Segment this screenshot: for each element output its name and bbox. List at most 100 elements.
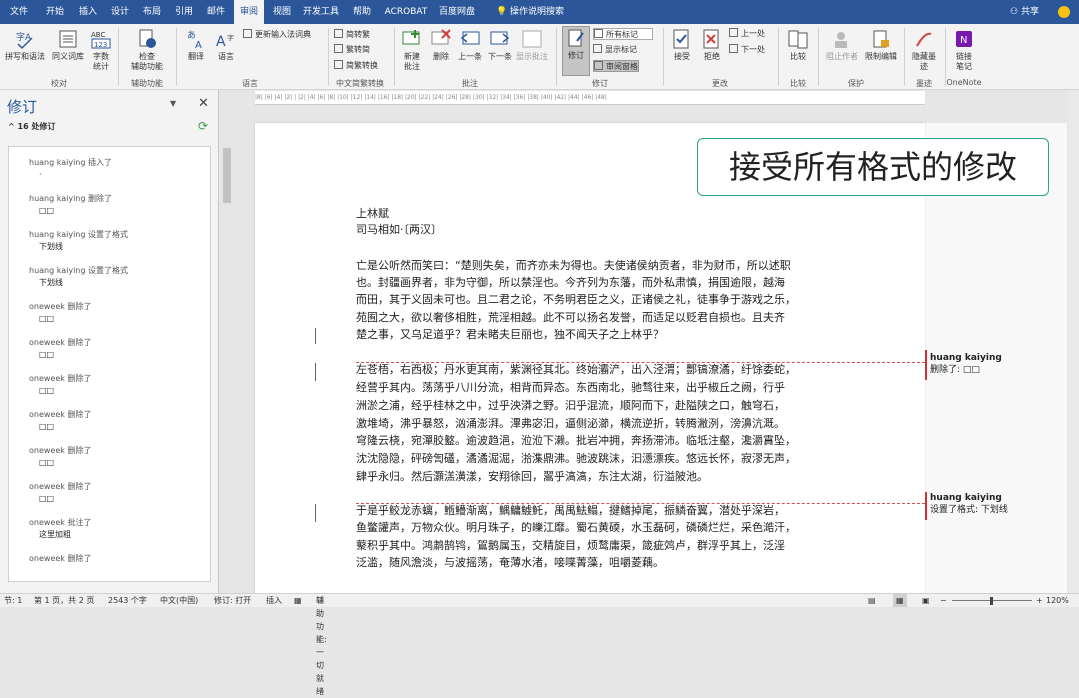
to-simplified-button[interactable]: 繁转简 — [334, 44, 370, 56]
page-indicator[interactable]: 第 1 页，共 2 页 — [34, 594, 94, 607]
track-label: 修订 — [568, 51, 584, 60]
block-authors-button[interactable]: 阻止作者 — [822, 28, 862, 62]
smiley-icon[interactable] — [1058, 6, 1070, 18]
previous-change-button[interactable]: 上一处 — [729, 28, 765, 40]
next-comment-button[interactable]: 下一条 — [486, 28, 514, 62]
new-comment-button[interactable]: 新建 批注 — [398, 28, 426, 72]
revision-item[interactable]: oneweek 删除了 □□ — [29, 445, 91, 469]
balloon-comment[interactable]: huang kaiying 删除了: □□ — [930, 352, 1002, 376]
tab-view[interactable]: 视图 — [268, 0, 296, 24]
doc-title[interactable]: 上林赋 — [356, 207, 389, 221]
reject-button[interactable]: 拒绝 — [698, 28, 726, 62]
tab-file[interactable]: 文件 — [6, 0, 32, 24]
tab-mailings[interactable]: 邮件 — [202, 0, 230, 24]
tab-developer[interactable]: 开发工具 — [300, 0, 342, 24]
reviewing-pane-button[interactable]: 审阅窗格 — [593, 60, 639, 72]
next-change-button[interactable]: 下一处 — [729, 44, 765, 56]
revision-item[interactable]: huang kaiying 插入了 · — [29, 157, 112, 181]
doc-author[interactable]: 司马相如·〔两汉〕 — [356, 223, 442, 237]
doc-line[interactable]: 穹隆云桡，宛潬胶盭。逾波趋浥，涖涖下濑。批岩冲拥，奔扬滞沛。临坻注壑，瀺灂霣坠， — [356, 434, 796, 448]
read-mode-icon[interactable]: ▤ — [868, 594, 876, 607]
accept-button[interactable]: 接受 — [668, 28, 696, 62]
vertical-scrollbar[interactable] — [1068, 91, 1079, 593]
update-ime-button[interactable]: 更新输入法词典 — [243, 29, 311, 41]
doc-line[interactable]: 左苍梧，右西极；丹水更其南，紫渊径其北。终始灞浐，出入泾渭；酆镐潦潏，纡馀委蛇， — [356, 363, 796, 377]
revision-item[interactable]: huang kaiying 删除了 □□ — [29, 193, 112, 217]
balloon-comment[interactable]: huang kaiying 设置了格式: 下划线 — [930, 492, 1008, 516]
revision-item[interactable]: oneweek 批注了 这里加粗 — [29, 517, 91, 541]
revision-item[interactable]: oneweek 删除了 □□ — [29, 301, 91, 325]
thesaurus-button[interactable]: 同义词库 — [48, 28, 88, 62]
doc-line[interactable]: 肆乎永归。然后灝溔潢漾，安翔徐回，翯乎滈滈，东注太湖，衍溢陂池。 — [356, 470, 708, 484]
pane-options-icon[interactable]: ▼ — [170, 99, 176, 108]
track-changes-button[interactable]: 修订 — [562, 26, 590, 76]
spelling-grammar-button[interactable]: 字A 拼写和语法 — [4, 28, 46, 62]
revision-item[interactable]: oneweek 删除了 — [29, 553, 91, 565]
to-traditional-button[interactable]: 简转繁 — [334, 29, 370, 41]
doc-line[interactable]: 而田，其于义固未可也。且二君之论，不务明君臣之义，正诸侯之礼，徒事争于游戏之乐， — [356, 293, 796, 307]
refresh-icon[interactable]: ⟳ — [198, 119, 208, 133]
tell-me-search[interactable]: 💡 操作说明搜索 — [490, 0, 570, 24]
zoom-slider-thumb[interactable] — [990, 597, 993, 605]
revision-item[interactable]: huang kaiying 设置了格式 下划线 — [29, 229, 128, 253]
revision-item[interactable]: oneweek 删除了 □□ — [29, 337, 91, 361]
check-accessibility-button[interactable]: 检查 辅助功能 — [124, 28, 170, 72]
compare-button[interactable]: 比较 — [784, 28, 812, 62]
horizontal-ruler[interactable]: |8| |6| |4| |2| | |2| |4| |6| |8| |10| |… — [255, 91, 925, 105]
linked-notes-button[interactable]: N 链接 笔记 — [948, 28, 980, 72]
print-layout-icon[interactable]: ▦ — [893, 594, 907, 607]
doc-line[interactable]: 苑囿之大，欲以奢侈相胜，荒淫相越。此不可以扬名发誉，而适足以贬君自损也。且夫齐 — [356, 311, 785, 325]
tab-layout[interactable]: 布局 — [138, 0, 166, 24]
show-markup-button[interactable]: 显示标记 — [593, 44, 637, 56]
insert-mode[interactable]: 插入 — [266, 594, 282, 607]
hide-ink-button[interactable]: 隐藏墨迹 — [906, 28, 942, 72]
tab-baidu[interactable]: 百度网盘 — [436, 0, 478, 24]
markup-dropdown[interactable]: 所有标记 — [593, 28, 653, 40]
doc-line[interactable]: 楚之事，又乌足道乎？君未睹夫巨丽也，独不闻天子之上林乎？ — [356, 328, 664, 342]
previous-comment-button[interactable]: 上一条 — [456, 28, 484, 62]
zoom-in-icon[interactable]: + — [1036, 594, 1043, 607]
track-changes-status[interactable]: 修订: 打开 — [214, 594, 251, 607]
doc-line[interactable]: 亡是公听然而笑曰：“楚则失矣，而齐亦未为得也。夫使诸侯纳贡者，非为财币，所以述职 — [356, 259, 791, 273]
revision-item[interactable]: oneweek 删除了 □□ — [29, 409, 91, 433]
tab-design[interactable]: 设计 — [106, 0, 134, 24]
revision-item[interactable]: oneweek 删除了 □□ — [29, 373, 91, 397]
tab-insert[interactable]: 插入 — [74, 0, 102, 24]
translate-button[interactable]: あ A 翻译 — [182, 28, 210, 62]
close-icon[interactable]: ✕ — [198, 96, 209, 111]
revision-item[interactable]: huang kaiying 设置了格式 下划线 — [29, 265, 128, 289]
tab-references[interactable]: 引用 — [170, 0, 198, 24]
restrict-editing-button[interactable]: 限制编辑 — [862, 28, 900, 62]
zoom-level[interactable]: 120% — [1046, 594, 1069, 607]
new-comment-icon — [402, 30, 420, 45]
revision-detail: · — [39, 170, 42, 179]
doc-line[interactable]: 泛滥，随风澹淡，与波摇荡，奄薄水渚，唼喋菁藻，咀嚼菱藕。 — [356, 556, 664, 570]
tab-home[interactable]: 开始 — [40, 0, 70, 24]
tab-acrobat[interactable]: ACROBAT — [380, 0, 432, 24]
tab-review[interactable]: 审阅 — [234, 0, 264, 24]
revision-item[interactable]: oneweek 删除了 □□ — [29, 481, 91, 505]
word-count-button[interactable]: ABC 123 字数 统计 — [88, 28, 114, 72]
share-button[interactable]: ⚇ 共享 — [1010, 0, 1039, 24]
tab-help[interactable]: 帮助 — [348, 0, 376, 24]
zoom-out-icon[interactable]: − — [940, 594, 947, 607]
doc-line[interactable]: 鱼鳖讙声，万物众伙。明月珠子，的皪江靡。蜀石黄碝，水玉磊砢，磷磷烂烂，采色澔汗， — [356, 521, 796, 535]
comment-marker — [925, 492, 927, 520]
doc-line[interactable]: 也。封疆画界者，非为守御，所以禁淫也。今齐列为东藩，而外私肃慎，捐国逾限，越海 — [356, 276, 785, 290]
convert-button[interactable]: 简繁转换 — [334, 60, 378, 72]
doc-line[interactable]: 藂积乎其中。鸿鹔鹄鸨，鴐鹅属玉，交精旋目，烦鹜庸渠，箴疵䴔卢，群浮乎其上，泛淫 — [356, 539, 785, 553]
section-indicator[interactable]: 节: 1 — [4, 594, 22, 607]
doc-line[interactable]: 激堆埼，沸乎暴怒，汹涌澎湃。滭弗宓汩，逼侧泌瀄，横流逆折，转腾潎洌，滂濞沆溉。 — [356, 417, 785, 431]
doc-line[interactable]: 经营乎其内。荡荡乎八川分流，相背而异态。东西南北，驰骛往来，出乎椒丘之阙，行乎 — [356, 381, 785, 395]
word-count[interactable]: 2543 个字 — [108, 594, 147, 607]
language-indicator[interactable]: 中文(中国) — [160, 594, 198, 607]
doc-line[interactable]: 洲淤之浦，经乎桂林之中，过乎泱漭之野。汩乎混流，顺阿而下，赴隘陕之口，触穹石， — [356, 399, 785, 413]
doc-line[interactable]: 于是乎鲛龙赤螭，䱭䲛渐离，鰅鳙鰬魠，禺禺魼鳎，揵鳍掉尾，振鳞奋翼，潜处乎深岩， — [356, 504, 785, 518]
language-button[interactable]: A 字语言 — [212, 28, 240, 62]
delete-comment-button[interactable]: 删除 — [428, 28, 454, 62]
show-comments-button[interactable]: 显示批注 — [514, 28, 550, 62]
web-layout-icon[interactable]: ▣ — [922, 594, 930, 607]
doc-line[interactable]: 沈沈隐隐，砰磅訇礚，潏潏淈淈，湁潗鼎沸。驰波跳沫，汩濦漂疾。悠远长怀，寂漻无声， — [356, 452, 796, 466]
macro-icon[interactable]: ▦ — [294, 594, 302, 607]
revision-count[interactable]: ^ 16 处修订 — [8, 121, 55, 132]
